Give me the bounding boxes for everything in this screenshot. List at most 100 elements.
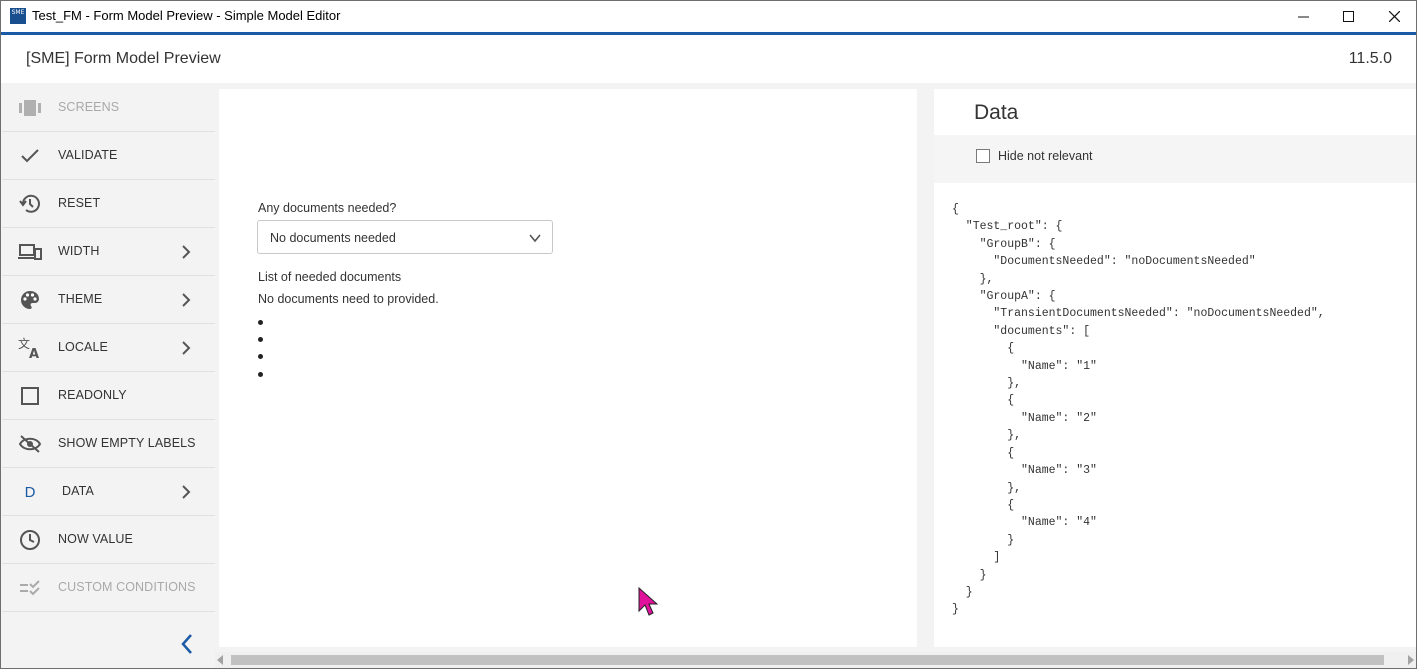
clock-icon <box>18 528 42 552</box>
no-documents-note: No documents need to provided. <box>258 292 439 306</box>
sidebar-item-label: THEME <box>58 292 103 306</box>
page-title: [SME] Form Model Preview <box>26 50 221 67</box>
json-line: "Name": "3" <box>952 464 1097 478</box>
history-icon <box>18 192 42 216</box>
json-line: "DocumentsNeeded": "noDocumentsNeeded" <box>952 255 1256 269</box>
sidebar-item-label: WIDTH <box>58 244 100 258</box>
sidebar-item-label: VALIDATE <box>58 148 118 162</box>
horizontal-scrollbar[interactable] <box>215 652 1416 668</box>
app-window: SME Test_FM - Form Model Preview - Simpl… <box>0 0 1417 669</box>
data-panel: Data Hide not relevant { "Test_root": { … <box>934 89 1416 647</box>
json-line: { <box>952 446 1015 460</box>
sidebar-item-screens[interactable]: SCREENS <box>2 84 215 132</box>
sidebar-item-readonly[interactable]: READONLY <box>2 372 215 420</box>
chevron-down-icon <box>529 234 541 243</box>
needed-documents-list <box>258 320 263 389</box>
check-icon <box>18 144 42 168</box>
documents-needed-select[interactable]: No documents needed <box>257 220 553 254</box>
sidebar-item-custom-conditions[interactable]: CUSTOM CONDITIONS <box>2 564 215 612</box>
sidebar-item-show-empty-labels[interactable]: SHOW EMPTY LABELS <box>2 420 215 468</box>
json-line: "Test_root": { <box>952 220 1063 234</box>
sidebar-item-reset[interactable]: RESET <box>2 180 215 228</box>
json-line: { <box>952 203 959 216</box>
json-line: }, <box>952 377 1022 391</box>
json-line: "GroupB": { <box>952 237 1056 251</box>
json-line: } <box>952 568 987 582</box>
close-icon <box>1388 11 1400 22</box>
data-panel-header: Data <box>934 89 1416 135</box>
sidebar: SCREENS VALIDATE RESET WIDTH THEME 文 A L… <box>2 84 215 658</box>
json-line: }, <box>952 272 994 286</box>
scroll-right-arrow-icon[interactable] <box>1408 655 1414 665</box>
chevron-right-icon <box>182 341 191 355</box>
needed-documents-list-label: List of needed documents <box>258 270 402 284</box>
sidebar-item-validate[interactable]: VALIDATE <box>2 132 215 180</box>
minimize-icon <box>1297 16 1309 18</box>
json-line: }, <box>952 481 1022 495</box>
select-value: No documents needed <box>270 231 396 245</box>
list-item <box>258 354 263 360</box>
json-line: }, <box>952 429 1022 443</box>
chevron-right-icon <box>182 485 191 499</box>
app-logo-icon: SME <box>10 8 26 24</box>
scrollbar-thumb[interactable] <box>231 655 1384 665</box>
json-line: "Name": "1" <box>952 359 1097 373</box>
sidebar-item-label: RESET <box>58 196 101 210</box>
translate-icon: 文A <box>18 336 42 360</box>
sidebar-item-theme[interactable]: THEME <box>2 276 215 324</box>
hide-not-relevant-checkbox[interactable] <box>976 149 990 163</box>
collapse-sidebar-button[interactable] <box>176 632 200 656</box>
json-line: } <box>952 603 959 617</box>
json-line: "documents": [ <box>952 324 1091 338</box>
sidebar-item-label: READONLY <box>58 388 127 402</box>
screens-icon <box>18 96 42 120</box>
chevron-right-icon <box>182 293 191 307</box>
sidebar-item-label: CUSTOM CONDITIONS <box>58 580 196 594</box>
close-button[interactable] <box>1371 1 1417 32</box>
json-line: "Name": "2" <box>952 411 1097 425</box>
rule-icon <box>18 576 42 600</box>
scroll-left-arrow-icon[interactable] <box>217 655 223 665</box>
svg-text:A: A <box>29 347 39 360</box>
list-item <box>258 337 263 343</box>
letter-d-icon: D <box>24 483 36 501</box>
json-line: } <box>952 533 1015 547</box>
window-title: Test_FM - Form Model Preview - Simple Mo… <box>32 8 341 23</box>
documents-needed-label: Any documents needed? <box>258 201 397 215</box>
palette-icon <box>18 288 42 312</box>
sidebar-item-data[interactable]: D DATA <box>2 468 215 516</box>
data-panel-options: Hide not relevant <box>934 135 1416 183</box>
app-header: [SME] Form Model Preview 11.5.0 <box>1 35 1416 83</box>
json-line: { <box>952 498 1015 512</box>
data-panel-title: Data <box>974 101 1019 124</box>
sidebar-item-label: NOW VALUE <box>58 532 133 546</box>
hide-not-relevant-label[interactable]: Hide not relevant <box>998 149 1093 163</box>
mouse-cursor-icon <box>638 587 658 616</box>
eye-off-icon <box>18 432 42 456</box>
list-item <box>258 320 263 325</box>
chevron-right-icon <box>182 245 191 259</box>
json-line: { <box>952 394 1015 408</box>
sidebar-item-locale[interactable]: 文A LOCALE <box>2 324 215 372</box>
json-line: "GroupA": { <box>952 290 1056 304</box>
json-line: "Name": "4" <box>952 516 1097 530</box>
devices-icon <box>18 240 42 264</box>
sidebar-item-label: DATA <box>62 484 94 498</box>
title-bar: SME Test_FM - Form Model Preview - Simpl… <box>1 1 1416 32</box>
json-data-view: { "Test_root": { "GroupB": { "DocumentsN… <box>952 201 1325 619</box>
json-line: { <box>952 342 1015 356</box>
json-line: } <box>952 585 973 599</box>
list-item <box>258 371 263 377</box>
checkbox-icon <box>18 384 42 408</box>
maximize-button[interactable] <box>1325 1 1371 32</box>
sidebar-item-label: LOCALE <box>58 340 108 354</box>
sidebar-item-width[interactable]: WIDTH <box>2 228 215 276</box>
json-line: ] <box>952 551 1001 565</box>
minimize-button[interactable] <box>1280 1 1326 32</box>
sidebar-item-label: SCREENS <box>58 100 120 114</box>
version-label: 11.5.0 <box>1348 50 1392 67</box>
maximize-icon <box>1342 11 1354 22</box>
sidebar-item-now-value[interactable]: NOW VALUE <box>2 516 215 564</box>
sidebar-item-label: SHOW EMPTY LABELS <box>58 436 196 450</box>
json-line: "TransientDocumentsNeeded": "noDocuments… <box>952 307 1325 321</box>
